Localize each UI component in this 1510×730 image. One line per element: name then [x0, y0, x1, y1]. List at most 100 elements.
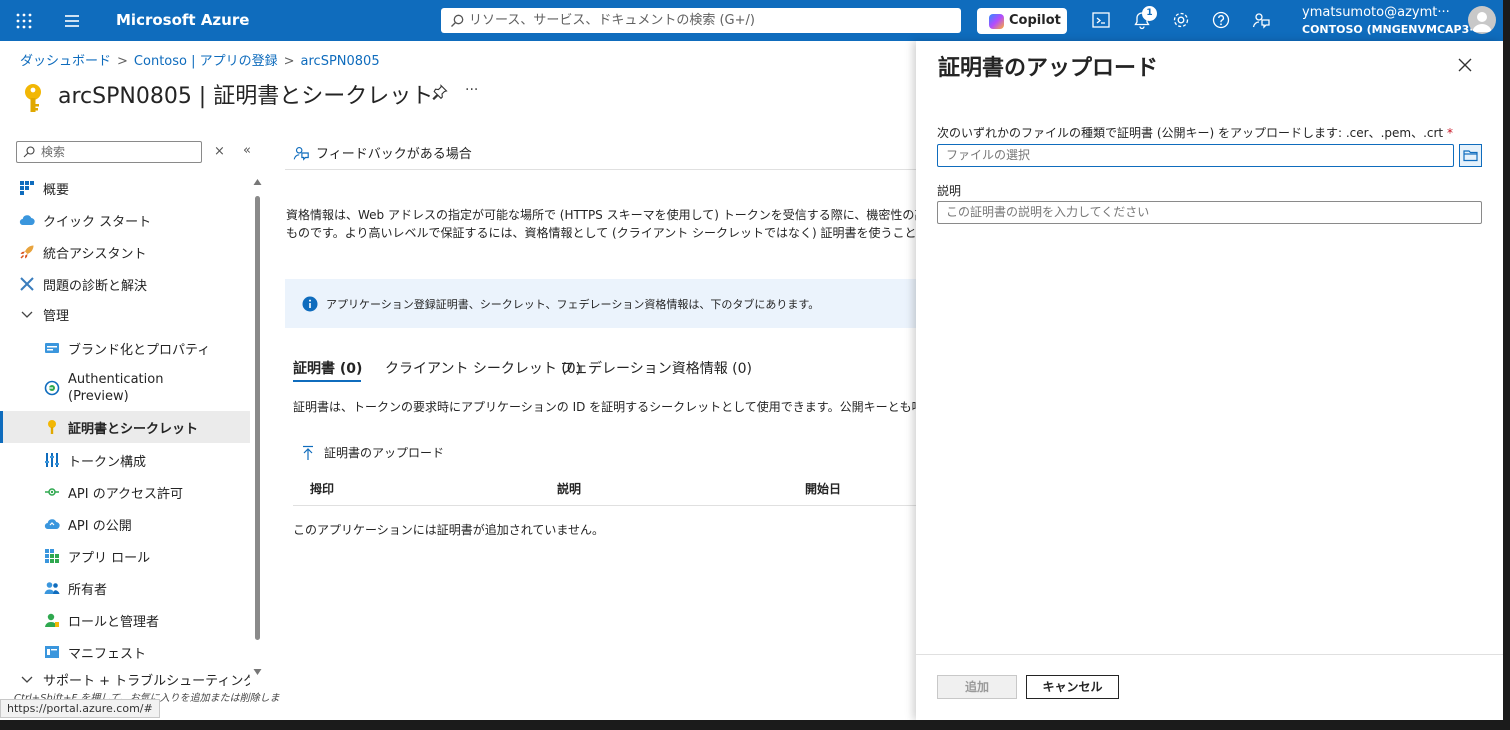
nav-item-quickstart[interactable]: クイック スタート — [0, 204, 250, 236]
nav-item-owners[interactable]: 所有者 — [0, 572, 250, 604]
nav-label: 統合アシスタント — [43, 246, 147, 262]
nav-group-manage[interactable]: 管理 — [0, 298, 250, 330]
roles-admins-icon — [45, 613, 59, 627]
info-icon — [302, 296, 318, 311]
feedback-link[interactable]: フィードバックがある場合 — [292, 143, 472, 162]
close-icon[interactable] — [1458, 58, 1472, 76]
brand-logo[interactable]: Microsoft Azure — [116, 11, 249, 29]
info-text: アプリケーション登録証明書、シークレット、フェデレーション資格情報は、下のタブに… — [326, 297, 820, 311]
nav-label: 管理 — [43, 308, 70, 324]
help-icon[interactable] — [1211, 10, 1233, 32]
description-line: ものです。より高いレベルで保証するには、資格情報として (クライアント シークレ… — [286, 226, 916, 240]
nav-label: API のアクセス許可 — [68, 486, 184, 502]
breadcrumb: ダッシュボード > Contoso | アプリの登録 > arcSPN0805 — [20, 50, 380, 69]
file-placeholder: ファイルの選択 — [946, 148, 1031, 162]
nav-item-roles-admins[interactable]: ロールと管理者 — [0, 604, 250, 636]
breadcrumb-separator: > — [117, 54, 128, 69]
nav-search-input[interactable]: 検索 — [16, 141, 202, 163]
folder-icon — [1463, 150, 1478, 162]
search-icon — [23, 146, 35, 158]
add-button[interactable]: 追加 — [937, 675, 1017, 699]
description-field-label: 説明 — [937, 184, 962, 198]
more-options-icon[interactable]: ··· — [465, 82, 478, 98]
tab-client-secrets[interactable]: クライアント シークレット (0) — [385, 358, 581, 378]
nav-item-certificates-secrets[interactable]: 証明書とシークレット — [0, 411, 250, 443]
browse-folder-button[interactable] — [1459, 144, 1482, 167]
column-header-start-date: 開始日 — [805, 482, 842, 496]
copilot-button[interactable]: Copilot — [977, 8, 1067, 34]
breadcrumb-dashboard[interactable]: ダッシュボード — [20, 54, 111, 69]
breadcrumb-app[interactable]: arcSPN0805 — [301, 54, 380, 69]
nav-label: サポート + トラブルシューティング — [43, 673, 250, 689]
nav-label: API の公開 — [68, 518, 132, 534]
table-divider — [293, 505, 916, 506]
scroll-up-icon[interactable] — [253, 178, 262, 186]
scroll-thumb[interactable] — [255, 196, 260, 640]
top-bar: Microsoft Azure リソース、サービス、ドキュメントの検索 (G+/… — [0, 0, 1503, 41]
nav-label: アプリ ロール — [68, 550, 151, 566]
nav-label: (Preview) — [68, 389, 129, 404]
owners-icon — [44, 582, 60, 594]
description-input[interactable]: この証明書の説明を入力してください — [937, 201, 1482, 224]
pin-icon[interactable] — [432, 84, 448, 104]
nav-item-authentication[interactable]: Authentication (Preview) — [0, 371, 250, 407]
nav-label: 証明書とシークレット — [68, 421, 199, 437]
column-header-description: 説明 — [557, 482, 582, 496]
file-select-input[interactable]: ファイルの選択 — [937, 144, 1454, 167]
file-label-text: 次のいずれかのファイルの種類で証明書 (公開キー) をアップロードします: .c… — [937, 126, 1444, 140]
nav-item-branding[interactable]: ブランド化とプロパティ — [0, 332, 250, 364]
search-placeholder: リソース、サービス、ドキュメントの検索 (G+/) — [469, 13, 755, 28]
key-icon — [48, 420, 56, 434]
cloud-icon — [19, 215, 35, 226]
nav-scrollbar[interactable] — [253, 178, 262, 676]
feedback-icon[interactable] — [1251, 10, 1273, 32]
global-search-input[interactable]: リソース、サービス、ドキュメントの検索 (G+/) — [441, 8, 961, 33]
copilot-label: Copilot — [1009, 13, 1061, 28]
cancel-button[interactable]: キャンセル — [1026, 675, 1119, 699]
clear-search-icon[interactable]: × — [214, 144, 225, 159]
upload-certificate-panel: 証明書のアップロード 次のいずれかのファイルの種類で証明書 (公開キー) をアッ… — [916, 41, 1503, 720]
description-placeholder: この証明書の説明を入力してください — [946, 205, 1150, 219]
app-launcher-icon[interactable] — [14, 11, 34, 31]
settings-gear-icon[interactable] — [1171, 10, 1193, 32]
nav-item-app-roles[interactable]: アプリ ロール — [0, 540, 250, 572]
tab-federated-credentials[interactable]: フェデレーション資格情報 (0) — [560, 358, 752, 378]
footer-divider — [916, 654, 1503, 655]
user-name[interactable]: ymatsumoto@azymt··· — [1302, 5, 1450, 20]
empty-table-message: このアプリケーションには証明書が追加されていません。 — [293, 523, 605, 537]
nav-label: 所有者 — [68, 582, 108, 598]
nav-label: 問題の診断と解決 — [43, 278, 148, 294]
upload-certificate-button[interactable]: 証明書のアップロード — [302, 444, 444, 461]
key-icon — [22, 83, 44, 119]
active-tab-indicator — [293, 380, 361, 382]
info-banner: アプリケーション登録証明書、シークレット、フェデレーション資格情報は、下のタブに… — [285, 279, 916, 328]
feedback-label: フィードバックがある場合 — [316, 147, 472, 162]
panel-title: 証明書のアップロード — [938, 56, 1159, 81]
scroll-down-icon[interactable] — [253, 668, 262, 676]
upload-label: 証明書のアップロード — [324, 446, 445, 460]
cloud-shell-icon[interactable] — [1091, 10, 1113, 32]
user-directory[interactable]: CONTOSO (MNGENVMCAP3··· — [1302, 23, 1482, 36]
breadcrumb-app-registrations[interactable]: Contoso | アプリの登録 — [134, 54, 278, 69]
divider — [285, 169, 916, 170]
feedback-icon — [293, 146, 309, 161]
nav-item-overview[interactable]: 概要 — [0, 172, 250, 204]
nav-item-manifest[interactable]: マニフェスト — [0, 636, 250, 668]
breadcrumb-separator: > — [283, 54, 295, 69]
menu-icon[interactable] — [62, 11, 82, 31]
manifest-icon — [45, 646, 59, 658]
copilot-icon — [989, 14, 1004, 29]
collapse-nav-icon[interactable]: « — [243, 143, 251, 158]
nav-item-expose-api[interactable]: API の公開 — [0, 508, 250, 540]
tab-certificates[interactable]: 証明書 (0) — [293, 358, 362, 378]
file-field-label: 次のいずれかのファイルの種類で証明書 (公開キー) をアップロードします: .c… — [937, 124, 1453, 141]
nav-item-diagnose[interactable]: 問題の診断と解決 — [0, 268, 250, 300]
azure-portal-window: Microsoft Azure リソース、サービス、ドキュメントの検索 (G+/… — [0, 0, 1503, 720]
cloud-api-icon — [44, 519, 60, 530]
nav-item-token-config[interactable]: トークン構成 — [0, 444, 250, 476]
avatar[interactable] — [1468, 6, 1496, 34]
nav-label: ロールと管理者 — [68, 614, 160, 630]
nav-item-api-permissions[interactable]: API のアクセス許可 — [0, 476, 250, 508]
app-roles-icon — [45, 549, 59, 563]
nav-item-integration-assistant[interactable]: 統合アシスタント — [0, 236, 250, 268]
